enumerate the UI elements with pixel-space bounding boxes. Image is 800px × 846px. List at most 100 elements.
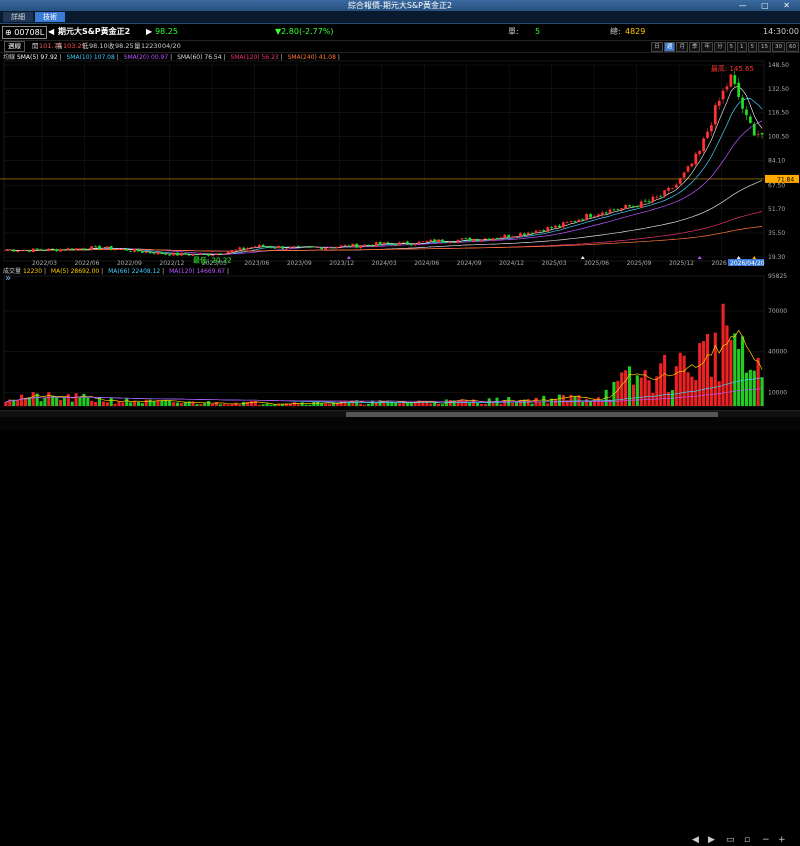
volume-bar — [74, 393, 78, 406]
symbol-field[interactable]: ⊕ 00708L — [2, 26, 48, 39]
candle-body — [433, 239, 437, 243]
volume-bar — [686, 372, 690, 406]
candle-body — [343, 245, 347, 246]
scroll-left-icon[interactable]: ◀ — [692, 834, 699, 846]
period-button-4[interactable]: 年 — [701, 42, 713, 52]
zoom-minus-icon[interactable]: − — [762, 834, 770, 846]
period-button-1[interactable]: 週 — [663, 42, 676, 52]
candle-body — [491, 238, 495, 241]
candle-body — [316, 247, 320, 249]
candle-body — [129, 250, 133, 252]
candle-body — [164, 254, 168, 255]
volume-value: 12230 — [141, 42, 162, 50]
candle-body — [608, 209, 612, 213]
period-button-0[interactable]: 日 — [651, 42, 663, 52]
candle-body — [674, 184, 678, 188]
candle-body — [168, 254, 172, 256]
volume-bar — [140, 403, 144, 406]
volume-bar — [514, 402, 519, 406]
period-button-3[interactable]: 季 — [688, 42, 701, 52]
candle-body — [519, 233, 522, 238]
candle-body — [671, 188, 674, 190]
volume-bar — [31, 392, 35, 406]
volume-bar — [698, 343, 702, 406]
volume-bar — [635, 375, 639, 406]
volume-chart[interactable]: 95825 70000 40000 10000 — [0, 266, 800, 410]
period-button-7[interactable]: 1 — [737, 42, 747, 52]
volume-bar — [503, 400, 507, 406]
candle-body — [589, 214, 592, 218]
event-marker — [736, 256, 741, 259]
period-button-10[interactable]: 30 — [772, 42, 785, 52]
candle-body — [713, 105, 717, 125]
period-button-11[interactable]: 60 — [786, 42, 799, 52]
volume-bar — [86, 397, 90, 406]
candle-body — [308, 246, 312, 248]
candle-body — [35, 248, 39, 250]
expand-panel-icon[interactable]: » — [5, 273, 11, 284]
volume-bar — [109, 397, 113, 406]
single-volume-label: 單: — [508, 27, 519, 36]
candle-body — [752, 123, 756, 136]
low-label: 低 — [82, 42, 89, 50]
volume-bar — [370, 400, 374, 406]
volume-bar — [386, 400, 390, 406]
volume-bar — [58, 399, 63, 406]
period-button-5[interactable]: 分 — [713, 42, 726, 52]
zoom-fit-icon[interactable]: ▫ — [744, 834, 750, 846]
next-symbol-icon[interactable]: ▶ — [146, 24, 152, 40]
volume-bar — [47, 392, 51, 406]
volume-bar — [429, 403, 433, 406]
scroll-right-icon[interactable]: ▶ — [708, 834, 715, 846]
volume-bar — [133, 401, 137, 406]
y-tick-label: 116.50 — [768, 110, 789, 117]
candle-body — [682, 172, 686, 178]
period-button-2[interactable]: 月 — [676, 42, 688, 52]
period-button-9[interactable]: 15 — [758, 42, 771, 52]
symbol-code: 00708L — [14, 28, 45, 37]
volume-bar — [320, 403, 324, 406]
sma10-line — [5, 98, 763, 255]
candle-body — [554, 225, 557, 228]
volume-bar — [113, 403, 117, 406]
volume-bar — [479, 404, 483, 406]
tab-detail[interactable]: 詳細 — [3, 12, 33, 22]
event-marker — [752, 256, 757, 259]
period-button-6[interactable]: 5 — [726, 42, 736, 52]
candle-body — [394, 244, 398, 246]
volume-bar — [499, 403, 503, 406]
zoom-out-icon[interactable]: ▭ — [726, 834, 735, 846]
candle-body — [47, 248, 51, 251]
candle-body — [172, 252, 175, 256]
volume-bar — [101, 401, 105, 406]
volume-bar — [561, 394, 565, 406]
window-controls[interactable]: — ▢ ✕ — [739, 0, 796, 11]
period-select[interactable]: 週線 — [4, 41, 25, 52]
tab-technical[interactable]: 技術 — [35, 12, 65, 22]
volume-bar — [160, 400, 164, 406]
candle-body — [437, 239, 440, 243]
candle-body — [690, 163, 694, 167]
volume-bar — [16, 399, 20, 406]
volume-bar — [117, 401, 121, 406]
prev-symbol-icon[interactable]: ◀ — [48, 24, 54, 40]
y-tick-label: 51.70 — [768, 206, 785, 213]
candle-body — [441, 239, 444, 243]
volume-bar — [674, 366, 678, 406]
candle-body — [503, 234, 507, 239]
candle-body — [27, 250, 31, 252]
candle-body — [117, 248, 121, 250]
volume-bar — [179, 402, 183, 406]
volume-bar — [327, 403, 331, 406]
candle-body — [413, 244, 417, 246]
period-button-8[interactable]: 5 — [747, 42, 757, 52]
volume-bar — [199, 403, 203, 406]
candle-body — [456, 239, 460, 243]
candle-body — [741, 97, 744, 109]
y-tick-label: 19.30 — [768, 254, 785, 261]
volume-bar — [171, 402, 176, 406]
candle-body — [464, 237, 468, 239]
volume-bar — [538, 401, 542, 406]
price-chart[interactable]: 148.50132.50116.50100.5084.1067.5051.703… — [0, 53, 800, 266]
zoom-plus-icon[interactable]: + — [778, 834, 786, 846]
